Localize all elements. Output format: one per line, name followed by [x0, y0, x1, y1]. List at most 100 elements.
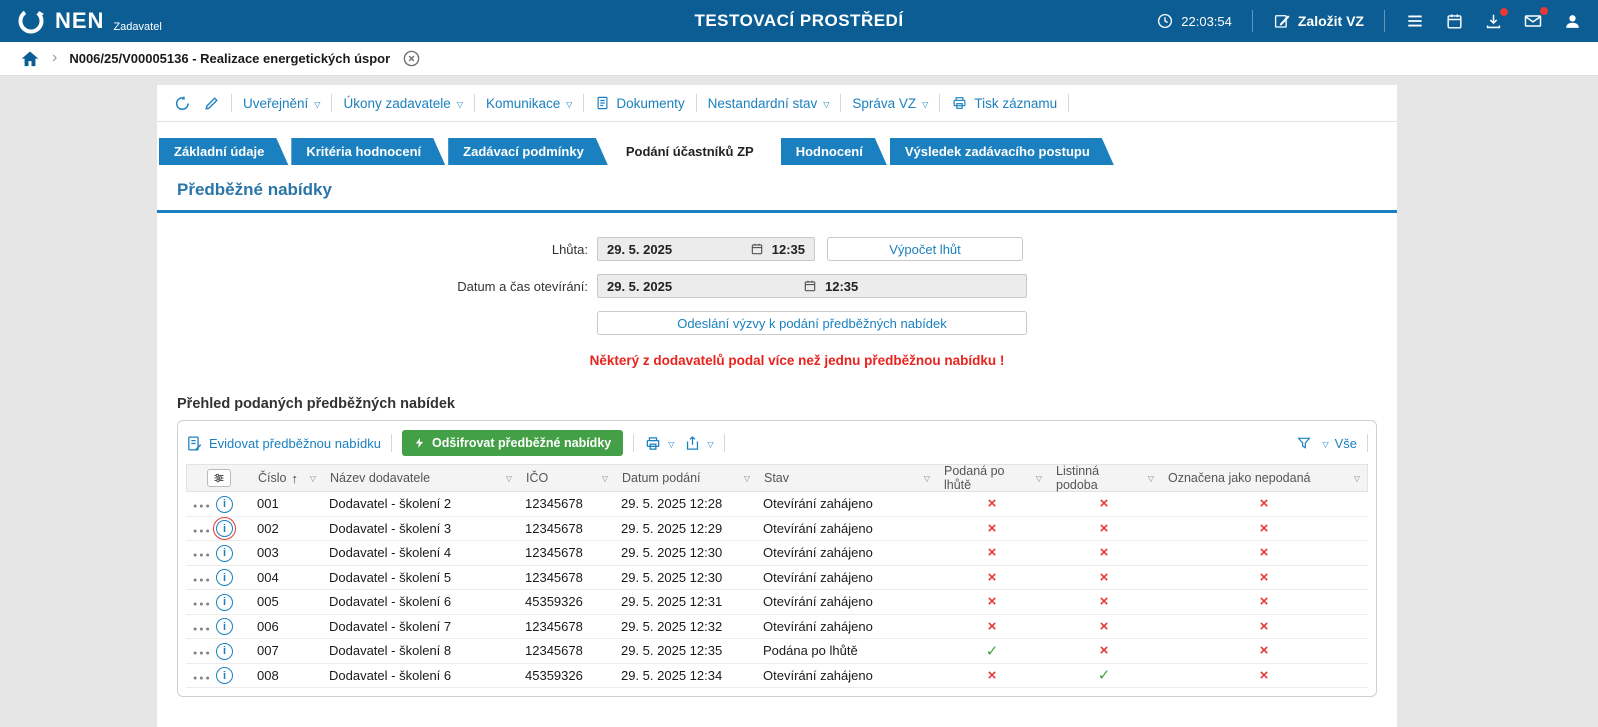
- row-menu-icon[interactable]: ●●●: [193, 528, 212, 535]
- calendar-icon[interactable]: [750, 242, 764, 256]
- column-header-oznacena-jako-nepodana[interactable]: Označena jako nepodaná ▽: [1161, 465, 1367, 491]
- table-row[interactable]: ●●● i 003 Dodavatel - školení 4 12345678…: [186, 541, 1368, 566]
- toolbar-item-label: Komunikace: [485, 95, 561, 111]
- cell-listinna-podoba: ×: [1099, 544, 1109, 562]
- history-icon[interactable]: [173, 94, 192, 113]
- opening-datetime-field[interactable]: 29. 5. 2025 12:35: [597, 274, 1027, 298]
- tab-zakladni-udaje[interactable]: Základní údaje: [159, 138, 288, 165]
- row-menu-icon[interactable]: ●●●: [193, 650, 212, 657]
- column-header-cislo[interactable]: Číslo ↑ ▽: [251, 465, 323, 491]
- nen-logo[interactable]: NEN Zadavatel: [16, 6, 162, 36]
- column-filter-icon[interactable]: ▽: [744, 474, 750, 483]
- row-info-icon[interactable]: i: [216, 569, 233, 586]
- toolbar-item-dokumenty[interactable]: Dokumenty: [595, 95, 685, 111]
- column-filter-icon[interactable]: ▽: [1148, 474, 1154, 483]
- calendar-icon[interactable]: [1445, 12, 1464, 31]
- row-info-icon[interactable]: i: [216, 593, 233, 611]
- tab-kriteria-hodnoceni[interactable]: Kritéria hodnocení: [291, 138, 445, 165]
- row-info-icon[interactable]: i: [213, 517, 236, 540]
- row-menu-icon[interactable]: ●●●: [193, 552, 212, 559]
- column-filter-icon[interactable]: ▽: [1354, 474, 1360, 483]
- tab-hodnoceni[interactable]: Hodnocení: [781, 138, 887, 165]
- register-bid-label: Evidovat předběžnou nabídku: [209, 435, 382, 451]
- cell-stav: Otevírání zahájeno: [763, 618, 873, 634]
- column-filter-icon[interactable]: ▽: [1036, 474, 1042, 483]
- cell-nazev-dodavatele: Dodavatel - školení 3: [329, 520, 452, 536]
- column-filter-icon[interactable]: ▽: [924, 474, 930, 483]
- filter-scope-dropdown[interactable]: ▽ Vše: [1322, 436, 1357, 451]
- toolbar-item-uverejneni[interactable]: Uveřejnění ▽: [243, 96, 320, 111]
- row-menu-icon[interactable]: ●●●: [193, 577, 212, 584]
- toolbar-item-sprava-vz[interactable]: Správa VZ ▽: [852, 96, 928, 111]
- menu-icon[interactable]: [1405, 11, 1425, 31]
- table-row[interactable]: ●●● i 008 Dodavatel - školení 6 45359326…: [186, 663, 1368, 688]
- tab-vysledek-zadavaciho-postupu[interactable]: Výsledek zadávacího postupu: [890, 138, 1114, 165]
- cell-datum-podani: 29. 5. 2025 12:29: [621, 520, 723, 536]
- filter-icon[interactable]: [1296, 435, 1312, 451]
- send-invitation-button[interactable]: Odeslání výzvy k podání předběžných nabí…: [597, 311, 1027, 335]
- chevron-down-icon: ▽: [314, 99, 321, 109]
- sort-ascending-icon[interactable]: ↑: [291, 471, 298, 486]
- column-header-datum-podani[interactable]: Datum podání ▽: [615, 465, 757, 491]
- row-info-icon[interactable]: i: [216, 618, 233, 635]
- table-row[interactable]: ●●● i 002 Dodavatel - školení 3 12345678…: [186, 516, 1368, 541]
- column-filter-icon[interactable]: ▽: [310, 474, 316, 483]
- table-row[interactable]: ●●● i 007 Dodavatel - školení 8 12345678…: [186, 639, 1368, 664]
- row-menu-icon[interactable]: ●●●: [193, 503, 212, 510]
- topbar-actions: 22:03:54 Založit VZ: [1156, 7, 1582, 32]
- downloads-icon[interactable]: [1484, 7, 1508, 31]
- column-filter-icon[interactable]: ▽: [602, 474, 608, 483]
- toolbar-item-ukony-zadavatele[interactable]: Úkony zadavatele ▽: [343, 96, 462, 111]
- opening-time-value[interactable]: 12:35: [817, 279, 1017, 294]
- close-record-icon[interactable]: [402, 49, 421, 68]
- calendar-icon[interactable]: [803, 279, 817, 293]
- toolbar-item-tisk-zaznamu[interactable]: Tisk záznamu: [951, 95, 1057, 111]
- deadline-label: Lhůta:: [551, 241, 588, 257]
- cell-datum-podani: 29. 5. 2025 12:28: [621, 496, 723, 512]
- tab-podani-ucastniku-zp[interactable]: Podání účastníků ZP: [610, 138, 778, 165]
- edit-icon[interactable]: [203, 95, 220, 112]
- deadline-time-value[interactable]: 12:35: [764, 242, 805, 257]
- home-icon[interactable]: [20, 49, 40, 69]
- row-menu-icon[interactable]: ●●●: [193, 601, 212, 608]
- brand-name: NEN: [55, 8, 105, 33]
- row-menu-icon[interactable]: ●●●: [193, 626, 212, 633]
- topbar-separator: [1251, 10, 1253, 32]
- column-header-nazev-dodavatele[interactable]: Název dodavatele ▽: [323, 465, 519, 491]
- table-row[interactable]: ●●● i 005 Dodavatel - školení 6 45359326…: [186, 590, 1368, 615]
- export-grid-button[interactable]: ▽: [684, 435, 714, 452]
- table-body: ●●● i 001 Dodavatel - školení 2 12345678…: [186, 492, 1368, 688]
- column-label: Číslo: [258, 471, 287, 485]
- opening-date-value[interactable]: 29. 5. 2025: [607, 279, 803, 294]
- column-header-listinna-podoba[interactable]: Listinná podoba ▽: [1049, 464, 1161, 492]
- table-row[interactable]: ●●● i 004 Dodavatel - školení 5 12345678…: [186, 565, 1368, 590]
- tab-zadavaci-podminky[interactable]: Zadávací podmínky: [448, 138, 608, 165]
- print-grid-button[interactable]: ▽: [644, 435, 674, 452]
- table-row[interactable]: ●●● i 006 Dodavatel - školení 7 12345678…: [186, 614, 1368, 639]
- deadline-datetime-field[interactable]: 29. 5. 2025 12:35: [597, 237, 815, 261]
- row-menu-icon[interactable]: ●●●: [193, 675, 212, 682]
- compute-deadlines-button[interactable]: Výpočet lhůt: [827, 237, 1023, 261]
- row-info-icon[interactable]: i: [216, 544, 233, 562]
- row-info-icon[interactable]: i: [216, 667, 233, 684]
- table-row[interactable]: ●●● i 001 Dodavatel - školení 2 12345678…: [186, 492, 1368, 517]
- create-vz-button[interactable]: Založit VZ: [1273, 12, 1364, 30]
- toolbar-item-komunikace[interactable]: Komunikace ▽: [486, 96, 572, 111]
- register-bid-button[interactable]: Evidovat předběžnou nabídku: [186, 435, 381, 452]
- column-filter-icon[interactable]: ▽: [506, 474, 512, 483]
- row-info-icon[interactable]: i: [216, 642, 233, 660]
- column-settings-cell[interactable]: [187, 465, 251, 491]
- column-header-stav[interactable]: Stav ▽: [757, 465, 937, 491]
- messages-icon[interactable]: [1523, 7, 1548, 31]
- row-info-icon[interactable]: i: [216, 495, 233, 513]
- decrypt-bids-button[interactable]: Odšifrovat předběžné nabídky: [402, 430, 624, 456]
- column-header-ico[interactable]: IČO ▽: [519, 465, 615, 491]
- column-header-podana-po-lhute[interactable]: Podaná po lhůtě ▽: [937, 464, 1049, 492]
- column-settings-icon[interactable]: [207, 469, 231, 487]
- toolbar-item-nestandardni-stav[interactable]: Nestandardní stav ▽: [708, 96, 830, 111]
- cell-cislo: 004: [257, 569, 279, 585]
- register-doc-icon: [186, 435, 203, 452]
- deadline-date-value[interactable]: 29. 5. 2025: [607, 242, 750, 257]
- breadcrumb-record[interactable]: N006/25/V00005136 - Realizace energetick…: [69, 51, 390, 66]
- user-icon[interactable]: [1563, 12, 1582, 31]
